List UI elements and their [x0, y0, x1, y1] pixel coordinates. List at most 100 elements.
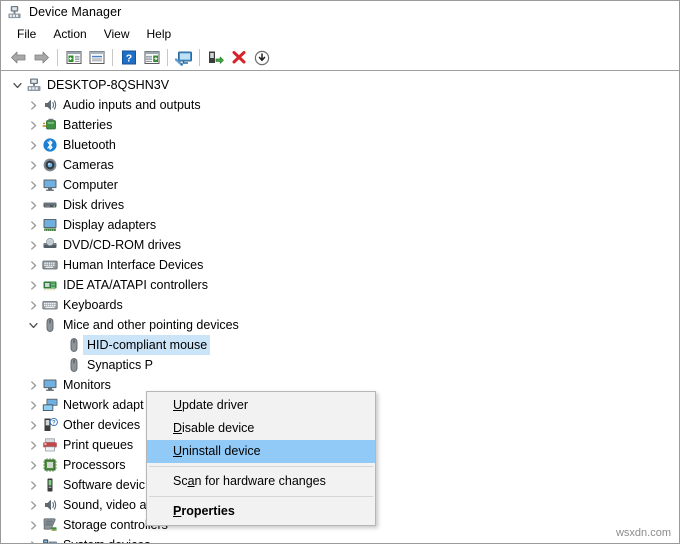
menu-action[interactable]: Action — [45, 25, 95, 44]
back-button[interactable] — [7, 47, 30, 69]
chevron-right-icon[interactable] — [25, 115, 41, 135]
chevron-right-icon[interactable] — [25, 515, 41, 535]
menu-file[interactable]: File — [9, 25, 45, 44]
chevron-right-icon[interactable] — [25, 175, 41, 195]
chevron-right-icon[interactable] — [25, 235, 41, 255]
speaker-icon — [41, 95, 59, 115]
context-menu-scan-for-hardware-changes[interactable]: Scan for hardware changes — [147, 470, 375, 493]
tree-node-synaptics-pointing-device[interactable]: Synaptics P — [1, 355, 679, 375]
battery-icon — [41, 115, 59, 135]
disable-device-button[interactable] — [250, 47, 273, 69]
menu-bar: File Action View Help — [1, 23, 679, 45]
tree-node-bluetooth[interactable]: Bluetooth — [1, 135, 679, 155]
help-button[interactable]: ? — [117, 47, 140, 69]
chevron-right-icon[interactable] — [25, 395, 41, 415]
storage-controller-icon — [41, 515, 59, 535]
menu-view[interactable]: View — [96, 25, 139, 44]
tree-node-system-devices[interactable]: System devices — [1, 535, 679, 543]
chevron-right-icon[interactable] — [25, 455, 41, 475]
tree-node-mice-and-other-pointing-devices[interactable]: Mice and other pointing devices — [1, 315, 679, 335]
tree-node-label: Print queues — [59, 435, 133, 455]
tree-node-label: DVD/CD-ROM drives — [59, 235, 181, 255]
mouse-icon — [41, 315, 59, 335]
toolbar-separator-4 — [199, 49, 200, 66]
tree-node-label: Network adapt — [59, 395, 144, 415]
console-tree-icon — [66, 50, 82, 65]
chevron-right-icon[interactable] — [25, 155, 41, 175]
computer-root-icon — [25, 75, 43, 95]
context-menu-disable-device[interactable]: Disable device — [147, 417, 375, 440]
action-pane-icon — [144, 50, 160, 65]
tree-node-label: Human Interface Devices — [59, 255, 203, 275]
update-driver-button[interactable] — [204, 47, 227, 69]
tree-node-batteries[interactable]: Batteries — [1, 115, 679, 135]
chevron-right-icon[interactable] — [25, 375, 41, 395]
chevron-down-icon[interactable] — [9, 75, 25, 95]
chevron-right-icon[interactable] — [25, 135, 41, 155]
chevron-right-icon[interactable] — [25, 255, 41, 275]
tree-node-display-adapters[interactable]: Display adapters — [1, 215, 679, 235]
chevron-right-icon[interactable] — [25, 475, 41, 495]
show-hide-console-tree-button[interactable] — [62, 47, 85, 69]
tree-node-label: Processors — [59, 455, 126, 475]
ide-controller-icon — [41, 275, 59, 295]
chevron-right-icon[interactable] — [25, 415, 41, 435]
chevron-right-icon[interactable] — [25, 295, 41, 315]
speaker-icon — [41, 495, 59, 515]
context-menu-item-label: Disable device — [173, 421, 254, 435]
chevron-right-icon[interactable] — [25, 275, 41, 295]
tree-node-label: Monitors — [59, 375, 111, 395]
tree-node-label: Disk drives — [59, 195, 124, 215]
hid-icon — [41, 255, 59, 275]
tree-node-label: Synaptics P — [83, 355, 153, 375]
chevron-down-icon[interactable] — [25, 315, 41, 335]
properties-button[interactable] — [85, 47, 108, 69]
context-menu-uninstall-device[interactable]: Uninstall device — [147, 440, 375, 463]
tree-node-computer[interactable]: Computer — [1, 175, 679, 195]
tree-node-label: Keyboards — [59, 295, 123, 315]
context-menu-item-label: Update driver — [173, 398, 248, 412]
tree-node-label: Audio inputs and outputs — [59, 95, 201, 115]
tree-node-cameras[interactable]: Cameras — [1, 155, 679, 175]
tree-node-label: DESKTOP-8QSHN3V — [43, 75, 169, 95]
chevron-right-icon[interactable] — [25, 495, 41, 515]
chevron-right-icon[interactable] — [25, 435, 41, 455]
tree-node-label: Mice and other pointing devices — [59, 315, 239, 335]
monitor-icon — [41, 375, 59, 395]
tree-node-human-interface-devices[interactable]: Human Interface Devices — [1, 255, 679, 275]
monitor-icon — [41, 175, 59, 195]
tree-node-label: Bluetooth — [59, 135, 116, 155]
forward-button[interactable] — [30, 47, 53, 69]
tree-node-label: HID-compliant mouse — [83, 335, 210, 355]
tree-spacer — [49, 335, 65, 355]
device-update-icon — [207, 50, 224, 66]
uninstall-device-button[interactable] — [227, 47, 250, 69]
tree-node-dvd-cd-rom-drives[interactable]: DVD/CD-ROM drives — [1, 235, 679, 255]
tree-node-hid-compliant-mouse[interactable]: HID-compliant mouse — [1, 335, 679, 355]
tree-node-disk-drives[interactable]: Disk drives — [1, 195, 679, 215]
tree-node-ide-ata-atapi-controllers[interactable]: IDE ATA/ATAPI controllers — [1, 275, 679, 295]
forward-arrow-icon — [33, 50, 50, 65]
toolbar-separator-2 — [112, 49, 113, 66]
device-tree[interactable]: DESKTOP-8QSHN3VAudio inputs and outputsB… — [1, 71, 679, 543]
monitor-scan-icon — [175, 50, 193, 66]
context-menu-properties[interactable]: Properties — [147, 500, 375, 523]
processor-icon — [41, 455, 59, 475]
chevron-right-icon[interactable] — [25, 215, 41, 235]
mouse-icon — [65, 355, 83, 375]
chevron-right-icon[interactable] — [25, 195, 41, 215]
chevron-right-icon[interactable] — [25, 535, 41, 543]
scan-for-hardware-changes-button[interactable] — [172, 47, 195, 69]
chevron-right-icon[interactable] — [25, 95, 41, 115]
back-arrow-icon — [10, 50, 27, 65]
window-title: Device Manager — [29, 5, 121, 19]
context-menu[interactable]: Update driver Disable device Uninstall dev… — [146, 391, 376, 526]
dvd-drive-icon — [41, 235, 59, 255]
svg-text:?: ? — [52, 421, 56, 427]
context-menu-update-driver[interactable]: Update driver — [147, 394, 375, 417]
tree-node-desktop-8qshn3v[interactable]: DESKTOP-8QSHN3V — [1, 75, 679, 95]
show-hide-action-pane-button[interactable] — [140, 47, 163, 69]
tree-node-keyboards[interactable]: Keyboards — [1, 295, 679, 315]
menu-help[interactable]: Help — [139, 25, 181, 44]
tree-node-audio-inputs-and-outputs[interactable]: Audio inputs and outputs — [1, 95, 679, 115]
